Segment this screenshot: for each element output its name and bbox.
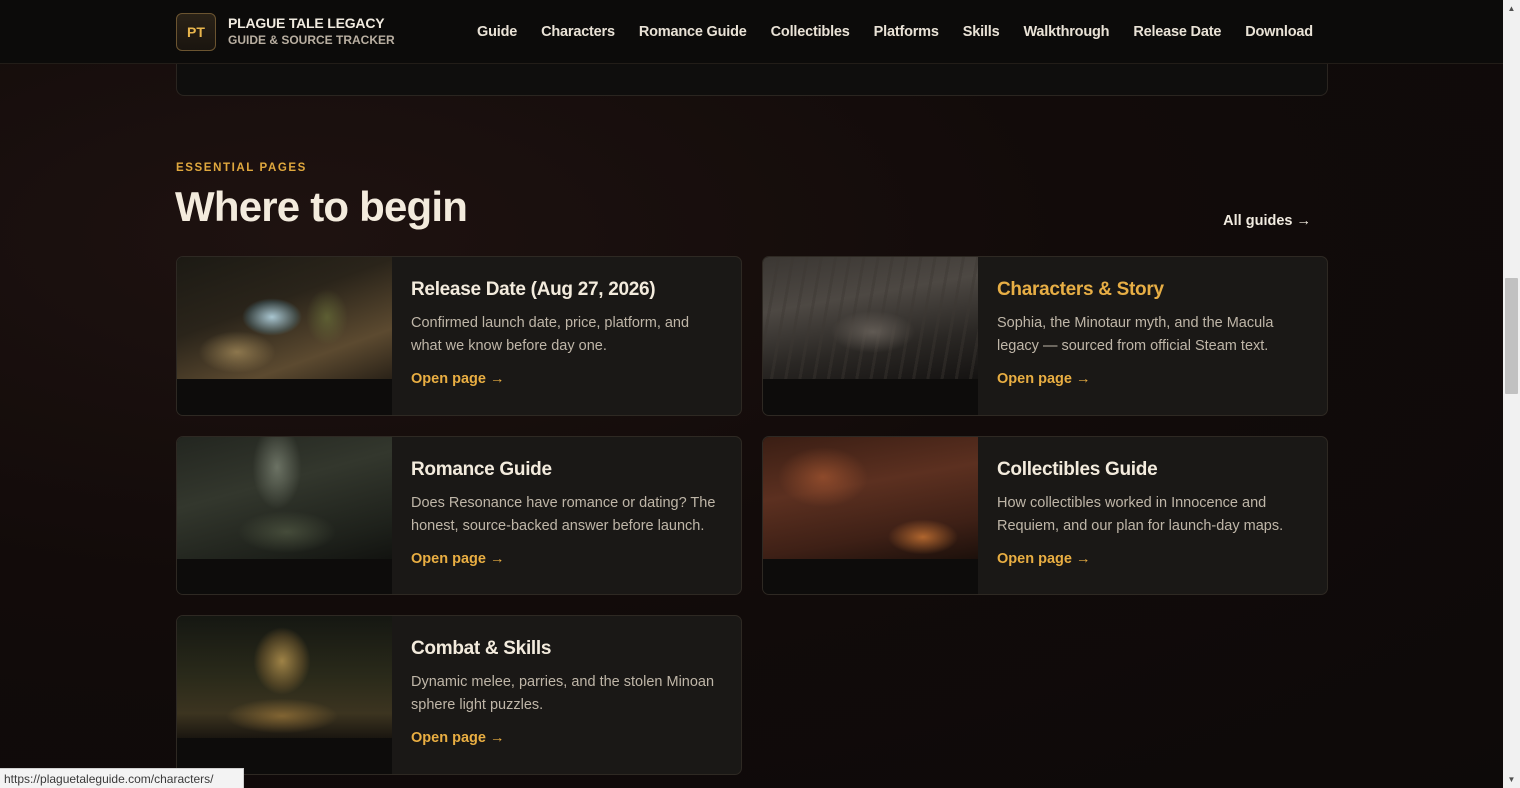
card-description: Dynamic melee, parries, and the stolen M… — [411, 674, 715, 713]
card-thumbnail — [177, 437, 392, 594]
card-combat-skills[interactable]: Combat & Skills Dynamic melee, parries, … — [176, 615, 742, 775]
all-guides-link[interactable]: All guides → — [1223, 213, 1311, 229]
scroll-up-arrow-icon[interactable]: ▲ — [1503, 0, 1520, 17]
open-page-link[interactable]: Open page → — [411, 551, 504, 567]
brand-text: PLAGUE TALE LEGACY GUIDE & SOURCE TRACKE… — [228, 15, 395, 49]
card-description: Sophia, the Minotaur myth, and the Macul… — [997, 315, 1274, 354]
nav-skills[interactable]: Skills — [963, 24, 1000, 40]
brand-title: PLAGUE TALE LEGACY — [228, 15, 385, 31]
card-characters-story[interactable]: Characters & Story Sophia, the Minotaur … — [762, 256, 1328, 416]
card-description: Confirmed launch date, price, platform, … — [411, 315, 690, 354]
scroll-down-arrow-icon[interactable]: ▼ — [1503, 771, 1520, 788]
nav-download[interactable]: Download — [1245, 24, 1313, 40]
card-romance-guide[interactable]: Romance Guide Does Resonance have romanc… — [176, 436, 742, 595]
status-bar-url: https://plaguetaleguide.com/characters/ — [0, 768, 244, 788]
brand-badge: PT — [176, 13, 216, 51]
card-body: Combat & Skills Dynamic melee, parries, … — [411, 638, 723, 747]
nav-walkthrough[interactable]: Walkthrough — [1023, 24, 1109, 40]
card-description: How collectibles worked in Innocence and… — [997, 495, 1284, 534]
open-page-link[interactable]: Open page → — [997, 551, 1090, 567]
card-thumbnail — [763, 257, 978, 415]
card-collectibles-guide[interactable]: Collectibles Guide How collectibles work… — [762, 436, 1328, 595]
card-body: Release Date (Aug 27, 2026) Confirmed la… — [411, 279, 723, 388]
card-thumbnail — [177, 616, 392, 774]
page: PT PLAGUE TALE LEGACY GUIDE & SOURCE TRA… — [0, 0, 1503, 788]
nav-platforms[interactable]: Platforms — [874, 24, 939, 40]
vertical-scrollbar[interactable]: ▲ ▼ — [1503, 0, 1520, 788]
card-thumbnail — [763, 437, 978, 594]
nav-guide[interactable]: Guide — [477, 24, 517, 40]
card-title: Release Date (Aug 27, 2026) — [411, 279, 656, 300]
nav-collectibles[interactable]: Collectibles — [771, 24, 850, 40]
main-nav: Guide Characters Romance Guide Collectib… — [477, 24, 1337, 40]
nav-romance-guide[interactable]: Romance Guide — [639, 24, 747, 40]
card-title: Romance Guide — [411, 459, 552, 480]
nav-characters[interactable]: Characters — [541, 24, 615, 40]
card-title: Collectibles Guide — [997, 459, 1158, 480]
card-release-date[interactable]: Release Date (Aug 27, 2026) Confirmed la… — [176, 256, 742, 416]
romance-guide-image — [177, 437, 392, 559]
open-page-link[interactable]: Open page → — [411, 371, 504, 387]
scrollbar-thumb[interactable] — [1505, 278, 1518, 394]
card-body: Romance Guide Does Resonance have romanc… — [411, 459, 723, 568]
site-header: PT PLAGUE TALE LEGACY GUIDE & SOURCE TRA… — [0, 0, 1503, 64]
brand-subtitle: GUIDE & SOURCE TRACKER — [228, 33, 395, 47]
open-page-link[interactable]: Open page → — [997, 371, 1090, 387]
card-body: Collectibles Guide How collectibles work… — [997, 459, 1309, 568]
section-eyebrow: ESSENTIAL PAGES — [176, 162, 307, 174]
combat-skills-image — [177, 616, 392, 738]
brand-logo-link[interactable]: PT PLAGUE TALE LEGACY GUIDE & SOURCE TRA… — [176, 13, 395, 51]
open-page-link[interactable]: Open page → — [411, 730, 504, 746]
collectibles-guide-image — [763, 437, 978, 559]
nav-release-date[interactable]: Release Date — [1133, 24, 1221, 40]
card-body: Characters & Story Sophia, the Minotaur … — [997, 279, 1309, 388]
release-date-image — [177, 257, 392, 379]
card-thumbnail — [177, 257, 392, 415]
card-description: Does Resonance have romance or dating? T… — [411, 495, 716, 534]
card-title: Combat & Skills — [411, 638, 552, 659]
characters-story-image — [763, 257, 978, 379]
section-heading: Where to begin — [175, 183, 468, 230]
card-title: Characters & Story — [997, 279, 1164, 300]
